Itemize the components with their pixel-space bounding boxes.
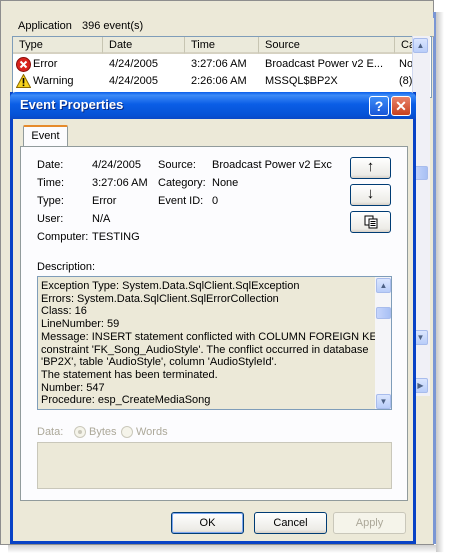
description-line: Number: 547 (41, 381, 105, 394)
description-line: Message: INSERT statement conflicted wit… (41, 330, 385, 343)
column-header-type[interactable]: Type (13, 37, 103, 54)
row-category: No (399, 58, 414, 70)
words-radio[interactable] (121, 426, 133, 438)
table-row[interactable]: Warning 4/24/2005 2:26:06 AM MSSQL$BP2X … (13, 73, 412, 89)
row-date: 4/24/2005 (109, 58, 158, 70)
description-line: Exception Type: System.Data.SqlClient.Sq… (41, 280, 300, 292)
table-row[interactable]: Error 4/24/2005 3:27:06 AM Broadcast Pow… (13, 56, 413, 72)
time-label: Time: (37, 177, 65, 189)
tab-event[interactable]: Event (23, 125, 68, 147)
description-line: Class: 16 (41, 305, 87, 318)
type-label: Type: (37, 195, 64, 207)
apply-button[interactable]: Apply (333, 512, 406, 534)
description-textbox[interactable]: Exception Type: System.Data.SqlClient.Sq… (37, 276, 392, 410)
previous-event-button[interactable]: ↑ (350, 157, 391, 179)
row-source: Broadcast Power v2 E... (265, 58, 383, 70)
description-scrollbar[interactable] (375, 277, 391, 409)
category-value: None (212, 177, 239, 189)
bytes-radio-label: Bytes (89, 426, 117, 438)
time-value: 3:27:06 AM (92, 177, 148, 189)
event-id-value: 0 (212, 195, 219, 207)
data-label: Data: (37, 426, 64, 438)
event-id-label: Event ID: (158, 195, 204, 207)
row-date: 4/24/2005 (109, 75, 158, 87)
error-icon (16, 57, 31, 72)
column-header-time[interactable]: Time (185, 37, 259, 54)
list-status-bar: Application 396 event(s) (12, 18, 434, 37)
next-event-button[interactable]: ↓ (350, 184, 391, 206)
row-time: 2:26:06 AM (191, 75, 247, 87)
computer-value: TESTING (92, 231, 140, 243)
computer-label: Computer: (37, 231, 89, 243)
category-label: Category: (158, 177, 206, 189)
copy-button[interactable] (350, 211, 391, 233)
cancel-button[interactable]: Cancel (254, 512, 327, 534)
scroll-up-icon[interactable]: ▲ (413, 38, 428, 53)
dialog-title: Event Properties (20, 97, 124, 112)
source-value: Broadcast Power v2 Exc (212, 159, 332, 171)
event-list[interactable]: Type Date Time Source Ca Error 4/24/2005… (12, 36, 432, 98)
words-radio-label: Words (136, 426, 168, 438)
source-label: Source: (158, 159, 196, 171)
description-line: Procedure: esp_CreateMediaSong (41, 394, 211, 407)
user-label: User: (37, 213, 64, 225)
log-scope: Application (18, 20, 72, 32)
description-scroll-down-icon[interactable]: ▼ (376, 394, 391, 409)
close-button[interactable]: ✕ (391, 96, 411, 116)
description-scroll-thumb[interactable] (376, 307, 391, 319)
description-line: Errors: System.Data.SqlClient.SqlErrorCo… (41, 292, 279, 305)
row-type: Error (33, 58, 58, 70)
window-shadow-right (436, 12, 444, 552)
description-line: 'BP2X', table 'AudioStyle', column 'Audi… (41, 356, 277, 369)
data-textbox[interactable] (37, 442, 392, 489)
user-value: N/A (92, 213, 111, 225)
description-line: The statement has been terminated. (41, 368, 218, 381)
description-label: Description: (37, 261, 96, 273)
column-header-source[interactable]: Source (259, 37, 395, 54)
row-source: MSSQL$BP2X (265, 75, 338, 87)
description-line: LineNumber: 59 (41, 318, 120, 331)
help-button[interactable]: ? (369, 96, 389, 116)
type-value: Error (92, 195, 117, 207)
event-count: 396 event(s) (82, 20, 144, 32)
copy-icon (364, 215, 378, 229)
row-category: (8) (399, 75, 413, 87)
description-scroll-up-icon[interactable]: ▲ (376, 278, 391, 293)
row-type: Warning (33, 75, 74, 87)
ok-button[interactable]: OK (171, 512, 244, 534)
window-shadow (8, 545, 442, 553)
bytes-radio[interactable] (74, 426, 86, 438)
description-line: constraint 'FK_Song_AudioStyle'. The con… (41, 343, 369, 356)
column-header-date[interactable]: Date (103, 37, 185, 54)
date-value: 4/24/2005 (92, 159, 141, 171)
date-label: Date: (37, 159, 64, 171)
row-time: 3:27:06 AM (191, 58, 247, 70)
warning-icon (16, 74, 31, 88)
